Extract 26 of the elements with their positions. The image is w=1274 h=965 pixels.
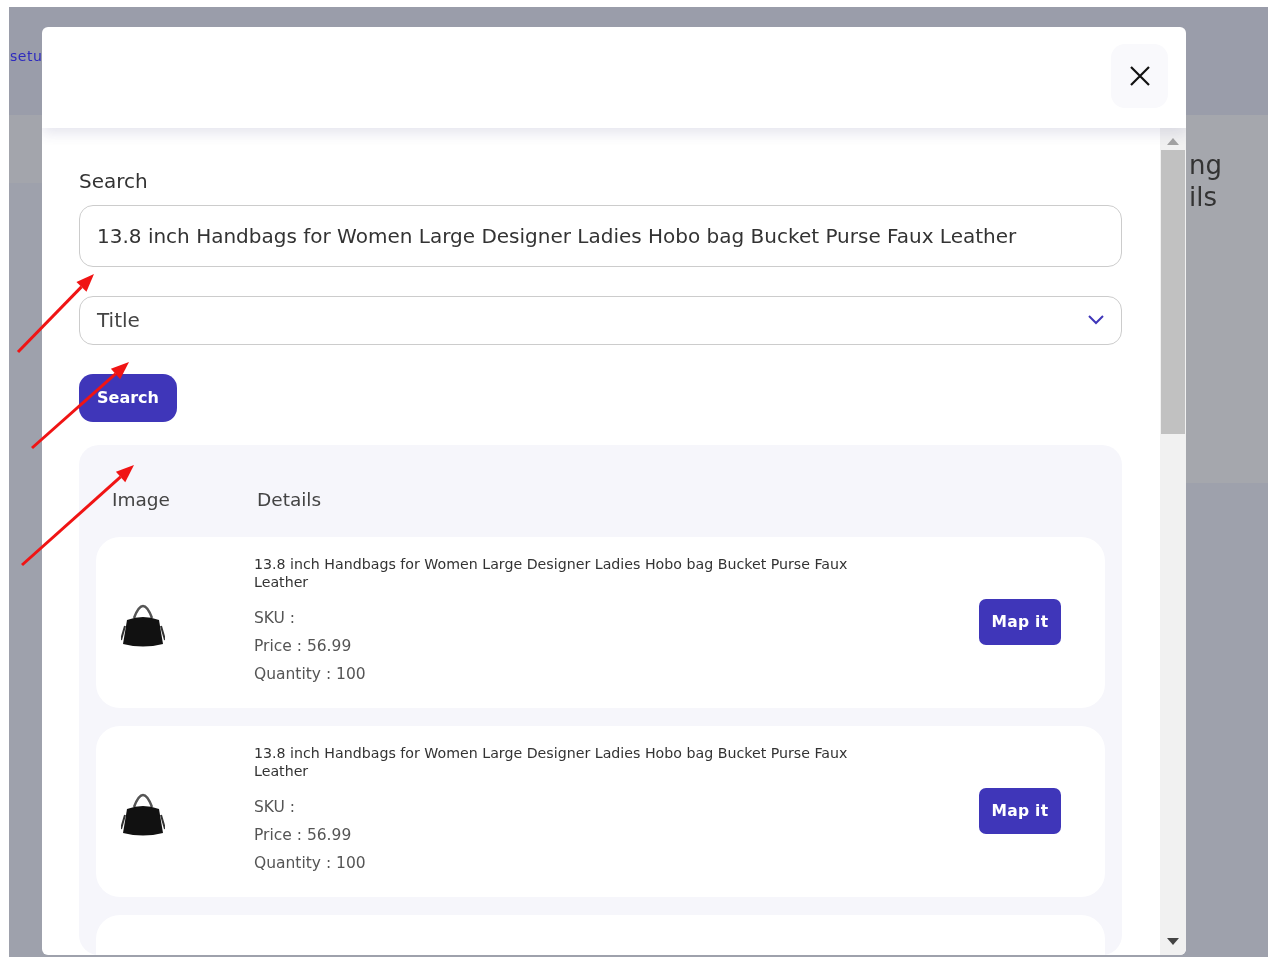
map-it-button[interactable]: Map it	[979, 598, 1061, 645]
chevron-down-icon	[1088, 315, 1104, 326]
column-header: Image	[111, 489, 171, 512]
link-text[interactable]: setu	[10, 48, 43, 64]
price-text: Price : 56.99	[254, 636, 353, 657]
heading-text: ng	[1189, 149, 1222, 181]
product-title: 13.8 inch Handbags for Women Large Designer Ladies Hobo bag Bucket Purse Faux Leather	[254, 555, 849, 591]
close-button[interactable]	[1111, 44, 1168, 108]
search-label: Search	[79, 168, 149, 194]
scroll-up-icon[interactable]	[1167, 138, 1179, 145]
close-icon	[1129, 66, 1150, 86]
heading-text: ils	[1189, 181, 1217, 213]
sku-text: SKU :	[254, 797, 297, 818]
search-button[interactable]: Search	[79, 373, 177, 422]
search-by-select[interactable]: Title	[79, 296, 1122, 345]
quantity-text: Quantity : 100	[254, 853, 367, 874]
sku-text: SKU :	[254, 608, 297, 629]
search-field[interactable]: 13.8 inch Handbags for Women Large Designer Ladies Hobo bag Bucket Purse Faux Leather	[79, 205, 1122, 267]
scroll-down-icon[interactable]	[1167, 938, 1179, 945]
column-header: Details	[257, 489, 322, 512]
scrollbar-thumb[interactable]	[1161, 150, 1185, 434]
product-title: 13.8 inch Handbags for Women Large Designer Ladies Hobo bag Bucket Purse Faux Leather	[254, 744, 849, 780]
map-it-button[interactable]: Map it	[979, 787, 1061, 834]
scrollbar[interactable]	[1160, 128, 1186, 955]
price-text: Price : 56.99	[254, 825, 353, 846]
quantity-text: Quantity : 100	[254, 664, 367, 685]
